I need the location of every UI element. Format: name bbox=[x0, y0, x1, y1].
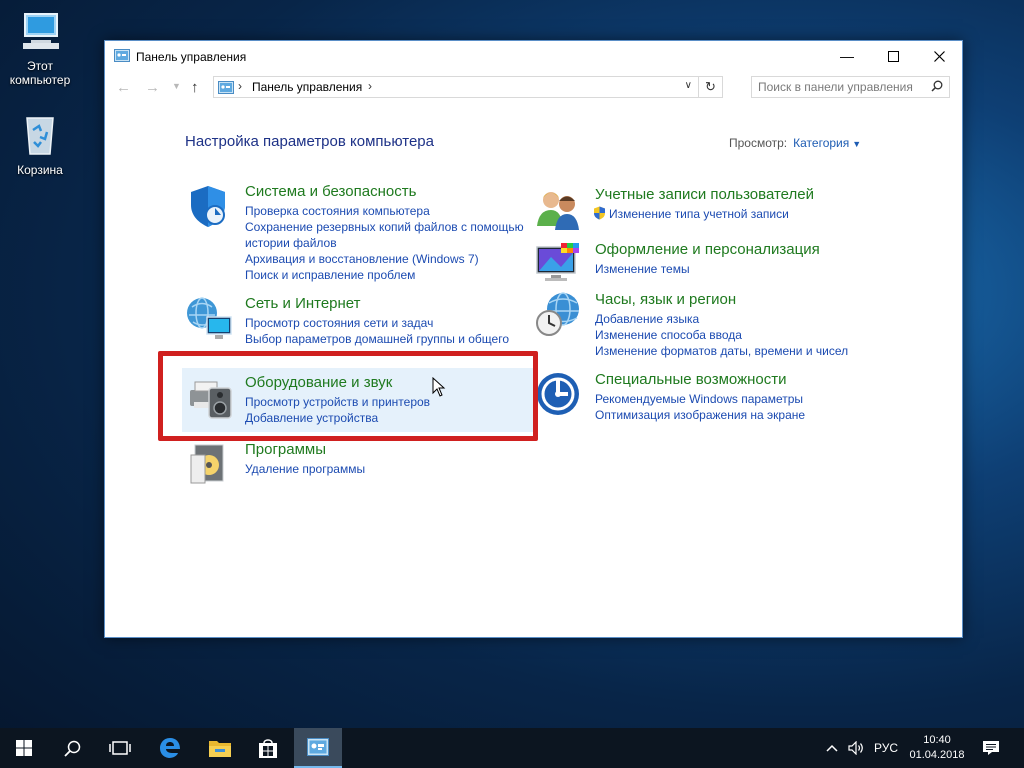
action-center-button[interactable] bbox=[982, 728, 1000, 768]
task-view-icon bbox=[109, 741, 131, 755]
forward-arrow-icon[interactable]: → bbox=[145, 79, 160, 96]
desktop-icon-this-pc[interactable]: Этот компьютер bbox=[0, 10, 80, 87]
link-file-history[interactable]: Сохранение резервных копий файлов с помо… bbox=[245, 219, 527, 251]
search-button[interactable] bbox=[48, 728, 96, 768]
category-title[interactable]: Система и безопасность bbox=[245, 183, 416, 200]
search-input[interactable] bbox=[752, 77, 922, 97]
mouse-cursor-icon bbox=[432, 376, 446, 402]
language-indicator[interactable]: РУС bbox=[874, 741, 898, 755]
category-title[interactable]: Оформление и персонализация bbox=[595, 241, 820, 258]
maximize-icon bbox=[887, 50, 899, 62]
start-icon bbox=[16, 740, 32, 756]
breadcrumb[interactable]: Панель управления bbox=[252, 80, 362, 94]
close-icon bbox=[933, 50, 945, 62]
show-hidden-icons-button[interactable] bbox=[826, 728, 838, 768]
view-selector[interactable]: Просмотр: Категория ▼ bbox=[729, 136, 861, 150]
users-icon[interactable] bbox=[535, 186, 585, 236]
clock-date: 01.04.2018 bbox=[909, 749, 965, 761]
edge-icon bbox=[160, 738, 180, 758]
link-optimize-display[interactable]: Оптимизация изображения на экране bbox=[595, 407, 885, 423]
view-label: Просмотр: bbox=[729, 136, 788, 150]
address-bar[interactable]: › Панель управления › ∨ ↻ bbox=[213, 76, 723, 98]
store-icon bbox=[259, 739, 277, 758]
page-title: Настройка параметров компьютера bbox=[185, 133, 434, 150]
minimize-icon: — bbox=[840, 48, 854, 64]
link-homegroup[interactable]: Выбор параметров домашней группы и общег… bbox=[245, 331, 535, 347]
window-title: Панель управления bbox=[136, 50, 247, 64]
printer-speaker-icon[interactable] bbox=[187, 372, 237, 422]
file-explorer-button[interactable] bbox=[196, 728, 244, 768]
search-icon[interactable] bbox=[931, 80, 943, 95]
network-globe-icon[interactable] bbox=[185, 295, 235, 345]
link-check-status[interactable]: Проверка состояния компьютера bbox=[245, 203, 535, 219]
control-panel-taskbar-button[interactable] bbox=[294, 728, 342, 768]
search-icon bbox=[63, 740, 80, 757]
breadcrumb-separator[interactable]: › bbox=[368, 79, 372, 93]
programs-disk-icon[interactable] bbox=[185, 441, 235, 491]
desktop-icon-label: Этот компьютер bbox=[9, 59, 71, 87]
link-recommended-settings[interactable]: Рекомендуемые Windows параметры bbox=[595, 391, 885, 407]
uac-shield-icon bbox=[594, 206, 605, 220]
category-title[interactable]: Часы, язык и регион bbox=[595, 291, 736, 308]
category-title[interactable]: Учетные записи пользователей bbox=[595, 186, 814, 203]
recycle-bin-icon bbox=[0, 112, 80, 159]
navigation-bar: ← → ▼ ↑ › Панель управления › ∨ ↻ bbox=[105, 71, 962, 103]
desktop-icon-recycle-bin[interactable]: Корзина bbox=[0, 112, 80, 177]
breadcrumb-separator[interactable]: › bbox=[238, 79, 242, 93]
security-shield-icon[interactable] bbox=[185, 183, 235, 233]
notification-icon bbox=[983, 741, 999, 755]
link-add-language[interactable]: Добавление языка bbox=[595, 311, 885, 327]
link-network-status[interactable]: Просмотр состояния сети и задач bbox=[245, 315, 535, 331]
this-pc-icon bbox=[0, 10, 80, 55]
store-button[interactable] bbox=[244, 728, 292, 768]
desktop-icon-label: Корзина bbox=[17, 163, 63, 177]
category-title[interactable]: Сеть и Интернет bbox=[245, 295, 361, 312]
edge-button[interactable] bbox=[146, 728, 194, 768]
category-title[interactable]: Специальные возможности bbox=[595, 371, 787, 388]
control-panel-icon bbox=[307, 738, 329, 756]
refresh-icon[interactable]: ↻ bbox=[698, 76, 722, 98]
clock-globe-icon[interactable] bbox=[535, 291, 585, 341]
input-language-button[interactable]: РУС bbox=[874, 728, 898, 768]
content-area: Настройка параметров компьютера Просмотр… bbox=[105, 103, 962, 637]
task-view-button[interactable] bbox=[96, 728, 144, 768]
volume-button[interactable] bbox=[848, 728, 864, 768]
clock-time: 10:40 bbox=[923, 734, 951, 746]
link-change-theme[interactable]: Изменение темы bbox=[595, 261, 885, 277]
volume-icon bbox=[848, 741, 863, 755]
control-panel-icon bbox=[218, 81, 234, 97]
up-arrow-icon[interactable]: ↑ bbox=[191, 79, 199, 96]
chevron-down-icon[interactable]: ▼ bbox=[852, 139, 861, 149]
recent-locations-chevron-icon[interactable]: ▼ bbox=[172, 81, 181, 91]
taskbar-clock[interactable]: 10:40 01.04.2018 bbox=[902, 733, 972, 763]
category-title[interactable]: Оборудование и звук bbox=[245, 374, 392, 391]
close-button[interactable] bbox=[916, 41, 962, 71]
link-devices-printers[interactable]: Просмотр устройств и принтеров bbox=[245, 394, 535, 410]
title-bar[interactable]: Панель управления — bbox=[105, 41, 962, 71]
control-panel-window: Панель управления — ← → ▼ ↑ › Панель упр… bbox=[104, 40, 963, 638]
link-change-account-type[interactable]: Изменение типа учетной записи bbox=[609, 207, 789, 221]
back-arrow-icon[interactable]: ← bbox=[116, 79, 131, 96]
control-panel-icon bbox=[114, 49, 130, 65]
accessibility-icon[interactable] bbox=[535, 371, 585, 421]
link-uninstall[interactable]: Удаление программы bbox=[245, 461, 535, 477]
link-date-formats[interactable]: Изменение форматов даты, времени и чисел bbox=[595, 343, 885, 359]
explorer-icon bbox=[209, 741, 231, 757]
link-troubleshoot[interactable]: Поиск и исправление проблем bbox=[245, 267, 535, 283]
chevron-up-icon bbox=[826, 744, 838, 752]
monitor-palette-icon[interactable] bbox=[535, 241, 585, 291]
link-backup-restore[interactable]: Архивация и восстановление (Windows 7) bbox=[245, 251, 535, 267]
link-add-device[interactable]: Добавление устройства bbox=[245, 410, 535, 426]
maximize-button[interactable] bbox=[870, 41, 916, 71]
start-button[interactable] bbox=[0, 728, 48, 768]
minimize-button[interactable]: — bbox=[824, 41, 870, 71]
category-title[interactable]: Программы bbox=[245, 441, 326, 458]
link-input-method[interactable]: Изменение способа ввода bbox=[595, 327, 885, 343]
search-box[interactable] bbox=[751, 76, 950, 98]
address-dropdown-chevron-icon[interactable]: ∨ bbox=[685, 80, 692, 91]
view-value[interactable]: Категория bbox=[793, 136, 849, 150]
taskbar: РУС 10:40 01.04.2018 bbox=[0, 728, 1024, 768]
category-hardware-sound: Оборудование и звук Просмотр устройств и… bbox=[182, 368, 534, 432]
